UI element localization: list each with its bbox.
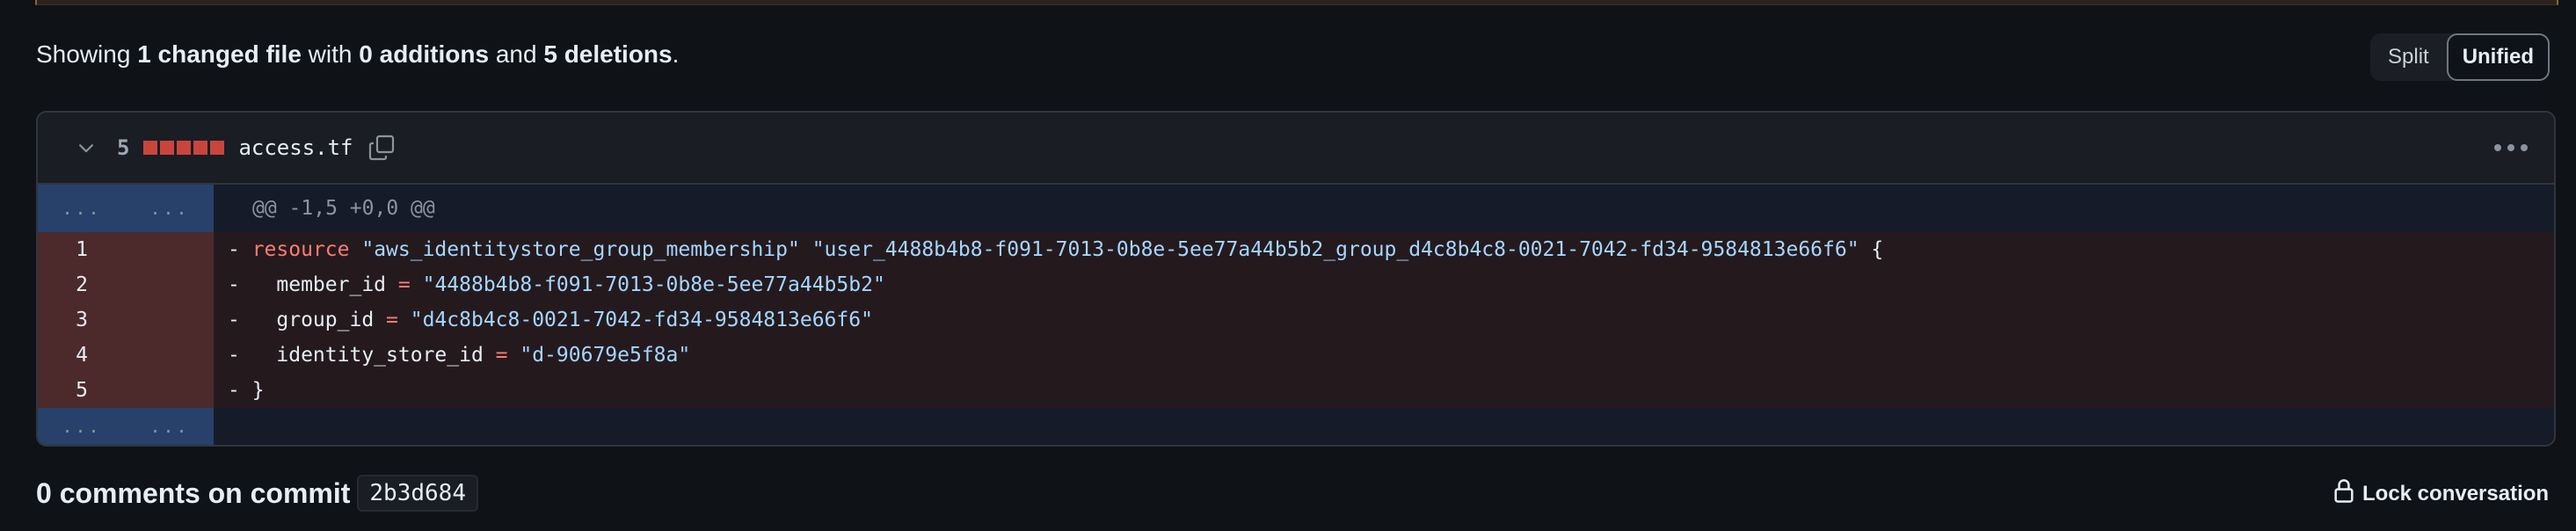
expand-dots: ... (62, 198, 102, 219)
code-line: - resource "aws_identitystore_group_memb… (214, 232, 2554, 267)
file-header: 5 access.tf (38, 113, 2554, 185)
new-line-number (126, 232, 214, 267)
diff-lines: 1 - resource "aws_identitystore_group_mem… (38, 232, 2554, 408)
hunk-footer (214, 408, 2554, 445)
file-change-count: 5 (117, 135, 130, 160)
summary-text: with (301, 40, 360, 68)
dot (2521, 144, 2528, 151)
code-token-str: "d4c8b4c8-0021-7042-fd34-9584813e66f6" (410, 309, 873, 331)
code-line: - identity_store_id = "d-90679e5f8a" (214, 338, 2554, 373)
diff-sign: - (228, 238, 252, 261)
diff-sign: - (228, 273, 277, 296)
dot (2507, 144, 2514, 151)
additions-count: 0 additions (359, 40, 490, 68)
line-number-gutter: 4 (38, 338, 214, 373)
expand-dots: ... (149, 198, 190, 219)
diffstat-blocks (143, 141, 225, 155)
diff-line-deleted: 1 - resource "aws_identitystore_group_mem… (38, 232, 2554, 267)
file-name-link[interactable]: access.tf (238, 135, 353, 160)
diff-line-deleted: 2 - member_id = "4488b4b8-f091-7013-0b8e-… (38, 267, 2554, 302)
diff-view-toggle: Split Unified (2370, 33, 2551, 81)
line-number-gutter: 5 (38, 373, 214, 408)
diffstat-deleted-block (210, 141, 225, 155)
old-line-number[interactable]: 1 (38, 232, 126, 267)
line-number-gutter: 2 (38, 267, 214, 302)
diffstat-deleted-block (143, 141, 158, 155)
summary-prefix: Showing (36, 40, 138, 68)
line-number-gutter: 3 (38, 302, 214, 338)
diff-sign: - (228, 379, 252, 402)
diffstat-deleted-block (160, 141, 175, 155)
old-line-number[interactable]: 3 (38, 302, 126, 338)
diffstat-deleted-block (177, 141, 192, 155)
code-token-kw: resource (251, 238, 350, 261)
code-token-str: "d-90679e5f8a" (520, 344, 691, 367)
code-token-str: "aws_identitystore_group_membership" (361, 238, 800, 261)
summary-text: . (672, 40, 680, 68)
diff-line-deleted: 4 - identity_store_id = "d-90679e5f8a" (38, 338, 2554, 373)
file-diff: 5 access.tf ... ... @@ -1,5 +0,0 @@ 1 - r… (36, 111, 2556, 447)
lock-icon (2334, 478, 2354, 509)
changed-files-count: 1 changed file (137, 40, 302, 68)
expand-down-button[interactable]: ... ... (38, 408, 214, 445)
hunk-footer-row: ... ... (38, 408, 2554, 445)
code-token-op: = (397, 273, 411, 296)
lock-conversation-button[interactable]: Lock conversation (2334, 478, 2549, 509)
code-token-plain: identity_store_id (276, 344, 496, 367)
new-line-number (126, 338, 214, 373)
line-number-gutter: 1 (38, 232, 214, 267)
copy-icon[interactable] (367, 134, 396, 162)
comments-title: 0 comments on commit (36, 476, 351, 509)
commit-sha[interactable]: 2b3d684 (357, 475, 478, 512)
code-line: - group_id = "d4c8b4c8-0021-7042-fd34-95… (214, 302, 2554, 338)
previous-section-edge (35, 0, 2558, 5)
expand-up-button[interactable]: ... ... (38, 185, 214, 232)
old-line-number[interactable]: 5 (38, 373, 126, 408)
new-line-number (126, 373, 214, 408)
expand-dots: ... (62, 416, 102, 437)
diff-line-deleted: 5 - } (38, 373, 2554, 408)
old-line-number[interactable]: 2 (38, 267, 126, 302)
code-token-op: = (495, 344, 508, 367)
diff-summary: Showing 1 changed file with 0 additions … (36, 40, 679, 69)
expand-dots: ... (149, 416, 190, 437)
code-token-plain: group_id (276, 309, 387, 331)
code-token-plain: } (251, 379, 265, 402)
summary-text: and (489, 40, 544, 68)
split-view-button[interactable]: Split (2370, 33, 2447, 81)
dot (2494, 144, 2501, 151)
code-token-str: "user_4488b4b8-f091-7013-0b8e-5ee77a44b5… (811, 238, 1859, 261)
deletions-count: 5 deletions (543, 40, 673, 68)
comments-header: 0 comments on commit 2b3d684 (36, 475, 478, 512)
code-token-plain: { (1859, 238, 1884, 261)
code-token-plain: member_id (276, 273, 398, 296)
unified-view-button[interactable]: Unified (2446, 33, 2551, 81)
kebab-horizontal-icon[interactable] (2494, 144, 2528, 151)
new-line-number (126, 302, 214, 338)
diff-sign: - (228, 309, 277, 331)
chevron-down-icon[interactable] (73, 135, 99, 161)
code-line: - member_id = "4488b4b8-f091-7013-0b8e-5… (214, 267, 2554, 302)
old-line-number[interactable]: 4 (38, 338, 126, 373)
code-line: - } (214, 373, 2554, 408)
new-line-number (126, 267, 214, 302)
code-token-op: = (386, 309, 398, 331)
hunk-header-row: ... ... @@ -1,5 +0,0 @@ (38, 185, 2554, 232)
diff-line-deleted: 3 - group_id = "d4c8b4c8-0021-7042-fd34-9… (38, 302, 2554, 338)
code-token-str: "4488b4b8-f091-7013-0b8e-5ee77a44b5b2" (422, 273, 885, 296)
diff-sign: - (228, 344, 277, 367)
diffstat-deleted-block (193, 141, 208, 155)
hunk-header: @@ -1,5 +0,0 @@ (214, 185, 2554, 232)
lock-conversation-label: Lock conversation (2362, 481, 2550, 506)
